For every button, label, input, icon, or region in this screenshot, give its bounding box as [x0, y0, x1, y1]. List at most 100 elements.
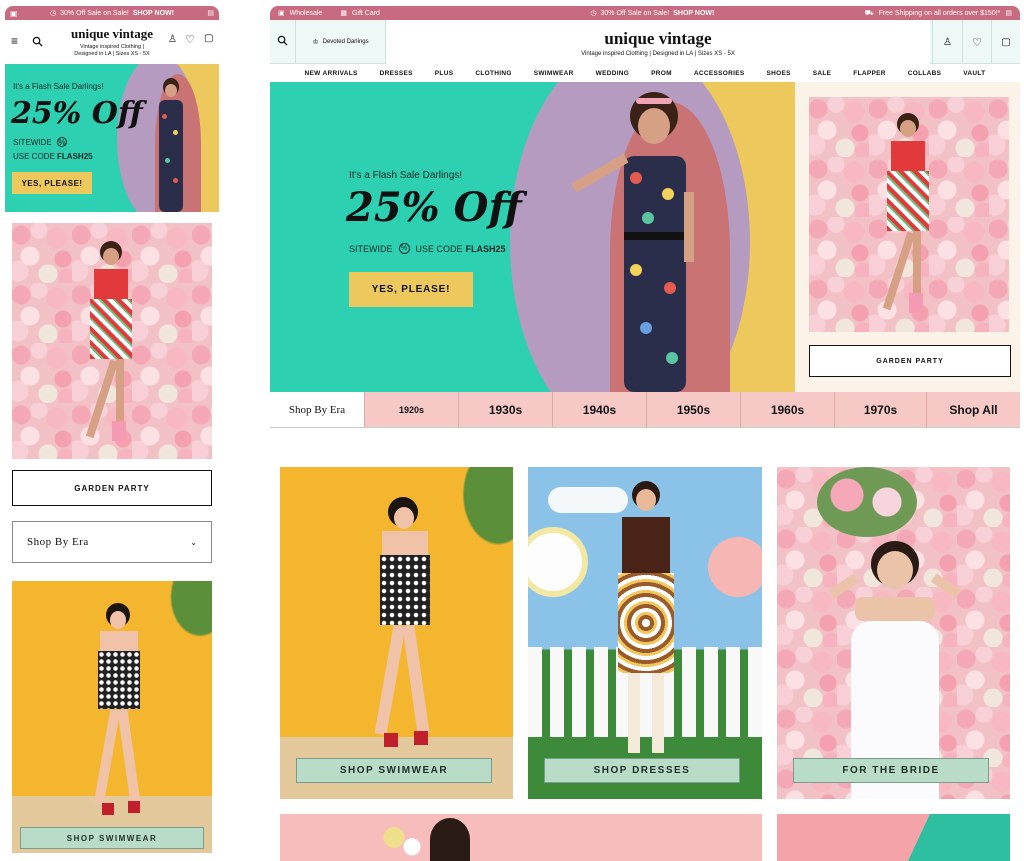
flag-icon: ▤ [207, 10, 214, 17]
wishlist-button[interactable]: ♡ [962, 20, 991, 64]
nav-accessories[interactable]: ACCESSORIES [694, 70, 745, 77]
era-1930s[interactable]: 1930s [458, 392, 552, 427]
desktop-view: ▣ Wholesale ▦ Gift Card ◷ 30% Off Sale on … [270, 6, 1020, 861]
era-shop-all[interactable]: Shop All [926, 392, 1020, 427]
nav-vault[interactable]: VAULT [963, 70, 985, 77]
dress-model-figure [614, 481, 678, 761]
promo-text: 30% Off Sale on Sale! [60, 9, 129, 17]
nav-sale[interactable]: SALE [813, 70, 832, 77]
mobile-header: ≡ unique vintage Vintage inspired Clothi… [5, 20, 219, 64]
era-strip-label: Shop By Era [270, 392, 364, 427]
era-dropdown[interactable]: Shop By Era ⌄ [12, 521, 212, 563]
hero-kicker: It's a Flash Sale Darlings! [13, 82, 104, 91]
gift-card-link[interactable]: ▦ Gift Card [340, 9, 380, 18]
clock-icon: ◷ [590, 10, 597, 17]
promo-link[interactable]: SHOP NOW! [133, 10, 174, 17]
category-swimwear-tile[interactable]: SHOP SWIMWEAR [280, 467, 513, 799]
nav-wedding[interactable]: WEDDING [596, 70, 630, 77]
account-greeting-label: Devoted Darlings [322, 39, 369, 45]
mobile-promo-bar[interactable]: ▣ ◷ 30% Off Sale on Sale! SHOP NOW! ▤ [5, 6, 219, 20]
hero-cta-button[interactable]: YES, PLEASE! [349, 272, 473, 307]
nav-shoes[interactable]: SHOES [766, 70, 790, 77]
search-button[interactable] [270, 20, 296, 64]
mobile-logo[interactable]: unique vintage [55, 26, 169, 42]
era-1950s[interactable]: 1950s [646, 392, 740, 427]
garden-party-button[interactable]: GARDEN PARTY [12, 470, 212, 506]
mobile-tagline-2: Designed in LA | Sizes XS - 5X [74, 51, 150, 57]
hero-code-line: SITEWIDE % USE CODE FLASH25 [349, 243, 506, 254]
bottom-banner-model [430, 818, 470, 861]
bouquet-arch [817, 467, 917, 537]
palm-leaves [440, 467, 513, 577]
cart-button[interactable]: ▢ [991, 20, 1020, 64]
category-dresses-label[interactable]: SHOP DRESSES [544, 758, 740, 783]
era-1920s[interactable]: 1920s [364, 392, 458, 427]
account-greeting[interactable]: ♔ Devoted Darlings [296, 20, 386, 64]
category-bride-label[interactable]: FOR THE BRIDE [793, 758, 989, 783]
wholesale-link[interactable]: ▣ Wholesale [278, 9, 323, 18]
wishlist-heart-icon[interactable]: ♡ [185, 33, 195, 46]
pink-flower-right [708, 537, 762, 597]
hero-cta-button[interactable]: YES, PLEASE! [12, 172, 92, 194]
nav-plus[interactable]: PLUS [435, 70, 454, 77]
palm-leaves [152, 581, 212, 661]
bottom-banner-right[interactable] [777, 814, 1010, 861]
swim-model-figure [370, 497, 440, 757]
hero-code-prefix: USE CODE [415, 243, 463, 254]
nav-new-arrivals[interactable]: NEW ARRIVALS [305, 70, 358, 77]
clock-icon: ◷ [50, 10, 57, 17]
search-icon [277, 33, 288, 51]
hero-model-figure [153, 78, 189, 212]
percent-badge-icon: % [398, 243, 410, 254]
nav-collabs[interactable]: COLLABS [908, 70, 942, 77]
era-1960s[interactable]: 1960s [740, 392, 834, 427]
era-1940s[interactable]: 1940s [552, 392, 646, 427]
percent-badge-icon: % [57, 137, 67, 147]
era-dropdown-label: Shop By Era [27, 536, 89, 548]
cart-bag-icon[interactable]: ▢ [204, 33, 213, 44]
garden-party-panel: GARDEN PARTY [795, 82, 1020, 392]
search-icon[interactable] [32, 34, 43, 52]
account-icon[interactable]: ♙ [168, 34, 177, 45]
swim-model-figure [90, 603, 150, 823]
desktop-hero-banner[interactable]: It's a Flash Sale Darlings! 25% Off SITE… [270, 82, 795, 392]
nav-clothing[interactable]: CLOTHING [475, 70, 511, 77]
desktop-promo-bar: ▣ Wholesale ▦ Gift Card ◷ 30% Off Sale on … [270, 6, 1020, 20]
tag-icon: ▣ [10, 8, 18, 18]
nav-swimwear[interactable]: SWIMWEAR [534, 70, 574, 77]
hero-sitewide: SITEWIDE [13, 138, 52, 147]
bag-icon: ▢ [1001, 36, 1011, 48]
nav-flapper[interactable]: FLAPPER [853, 70, 885, 77]
nav-prom[interactable]: PROM [651, 70, 672, 77]
crown-icon: ♔ [312, 39, 319, 46]
shipping-text: Free Shipping on all orders over $150!* [878, 9, 1001, 17]
wholesale-label: Wholesale [289, 9, 323, 17]
hero-headline: 25% Off [11, 96, 143, 131]
gift-card-label: Gift Card [351, 9, 380, 17]
mobile-hero-banner[interactable]: It's a Flash Sale Darlings! 25% Off SITE… [5, 64, 219, 212]
era-1970s[interactable]: 1970s [834, 392, 926, 427]
mobile-swim-photo[interactable]: SHOP SWIMWEAR [12, 581, 212, 853]
hero-code: FLASH25 [465, 243, 506, 254]
category-bride-tile[interactable]: FOR THE BRIDE [777, 467, 1010, 799]
account-button[interactable]: ♙ [932, 20, 962, 64]
garden-party-photo[interactable] [12, 223, 212, 459]
flag-icon: ▤ [1005, 10, 1012, 17]
mobile-swim-label[interactable]: SHOP SWIMWEAR [20, 827, 204, 849]
desktop-logo[interactable]: unique vintage [386, 29, 930, 49]
garden-party-button[interactable]: GARDEN PARTY [809, 345, 1011, 377]
nav-dresses[interactable]: DRESSES [380, 70, 413, 77]
promo-shop-now-link[interactable]: SHOP NOW! [673, 10, 714, 17]
bottom-banner-left[interactable] [280, 814, 762, 861]
promo-center[interactable]: ◷ 30% Off Sale on Sale! SHOP NOW! [590, 9, 714, 18]
hero-code-line: USE CODE FLASH25 [13, 152, 93, 161]
main-nav: NEW ARRIVALS DRESSES PLUS CLOTHING SWIMW… [270, 64, 1020, 82]
category-swimwear-label[interactable]: SHOP SWIMWEAR [296, 758, 492, 783]
header-brand-block[interactable]: unique vintage Vintage inspired Clothing… [386, 20, 930, 64]
garden-party-photo[interactable] [809, 97, 1009, 332]
menu-icon[interactable]: ≡ [11, 34, 18, 48]
gift-icon: ▦ [340, 10, 347, 17]
category-dresses-tile[interactable]: SHOP DRESSES [528, 467, 762, 799]
hero-headline: 25% Off [346, 184, 522, 231]
hero-model-figure [571, 92, 710, 392]
